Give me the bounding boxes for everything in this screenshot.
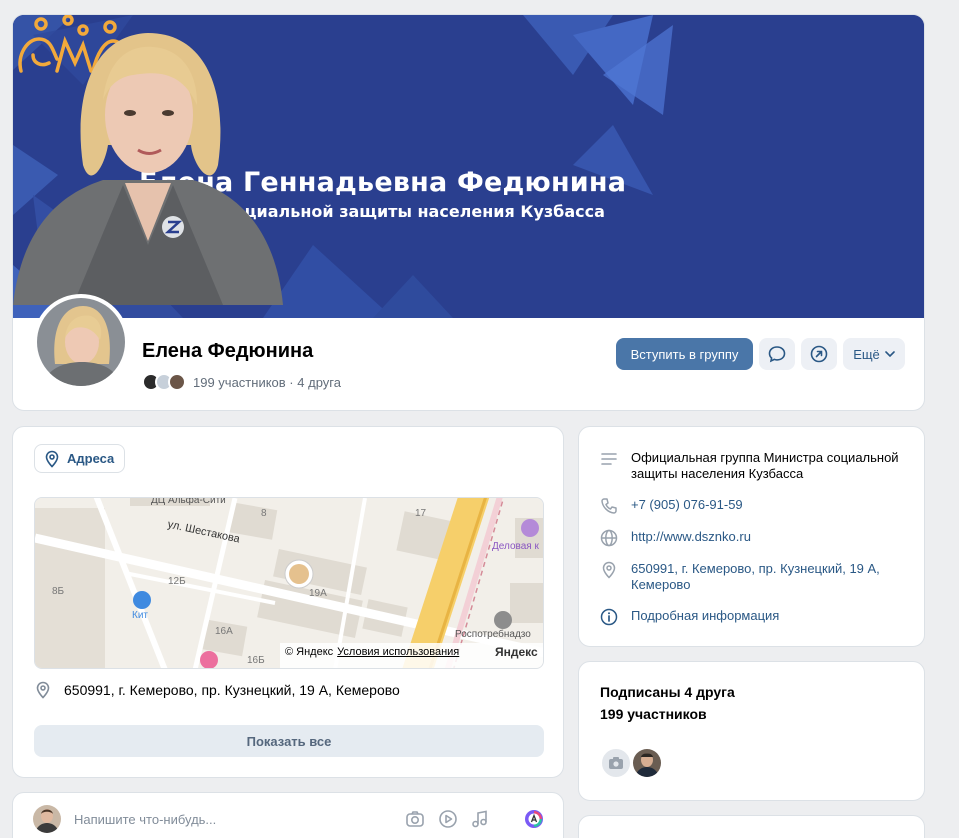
description-row: Официальная группа Министра социальной з… (600, 450, 911, 482)
music-button[interactable] (469, 808, 491, 830)
ai-assistant-icon (525, 810, 543, 828)
friend-photo (633, 749, 661, 777)
message-button[interactable] (759, 338, 795, 370)
map-canvas (35, 498, 543, 668)
group-name: Елена Федюнина (142, 340, 314, 362)
details-row[interactable]: Подробная информация (600, 608, 911, 626)
post-composer: Напишите что-нибудь... (12, 792, 564, 838)
map-poi-label: Роспотребнадзо (455, 629, 531, 640)
group-info-card: Официальная группа Министра социальной з… (578, 426, 925, 647)
camera-placeholder-icon (609, 757, 623, 769)
address-row[interactable]: 650991, г. Кемерово, пр. Кузнецкий, 19 А… (600, 561, 911, 593)
minister-portrait (13, 33, 283, 305)
details-link[interactable]: Подробная информация (631, 608, 911, 626)
share-button[interactable] (801, 338, 837, 370)
address-link[interactable]: 650991, г. Кемерово, пр. Кузнецкий, 19 А… (631, 561, 911, 593)
addresses-tab[interactable]: Адреса (34, 444, 126, 473)
map-building-number: 12Б (168, 576, 186, 587)
music-icon (472, 810, 487, 828)
addresses-card: Адреса ул. Шестакова ДЦ Альфа-Сити 8 17 … (12, 426, 564, 778)
join-group-button[interactable]: Вступить в группу (616, 338, 753, 370)
map-poi-label: Деловая к (492, 541, 539, 552)
more-button[interactable]: Ещё (843, 338, 905, 370)
share-icon (810, 345, 828, 363)
map-building-number: 8Б (52, 586, 65, 597)
map-poi-label: ДЦ Альфа-Сити (151, 497, 226, 506)
location-pin-icon (45, 450, 59, 468)
map-brand: Яндекс (495, 645, 538, 659)
post-input[interactable]: Напишите что-нибудь... (74, 812, 216, 827)
separator: · (289, 374, 294, 390)
friend-avatar[interactable] (600, 747, 632, 779)
members-summary[interactable]: 199 участников · 4 друга (142, 373, 341, 391)
chevron-down-icon (884, 351, 895, 357)
friends-subscribed[interactable]: Подписаны 4 друга (600, 684, 735, 700)
info-icon (600, 608, 618, 626)
more-label: Ещё (853, 346, 880, 362)
map-building-number: 17 (415, 508, 427, 519)
map-attribution: © Яндекс Условия использования (285, 646, 459, 658)
user-avatar[interactable] (33, 805, 61, 833)
phone-icon (600, 497, 618, 515)
subscribers-card: Подписаны 4 друга 199 участников (578, 661, 925, 801)
address-map[interactable]: ул. Шестакова ДЦ Альфа-Сити 8 17 12Б 8Б … (34, 497, 544, 669)
members-count-text: 199 участников (193, 374, 286, 390)
map-building-number: 16Б (247, 655, 265, 666)
camera-icon (406, 811, 424, 827)
map-copyright: © Яндекс (285, 646, 334, 658)
phone-link[interactable]: +7 (905) 076-91-59 (631, 497, 911, 515)
cover-image: Елена Геннадьевна Федюнина Министр социа… (13, 15, 924, 318)
description-icon (600, 450, 618, 468)
map-building-number: 16А (215, 626, 233, 637)
friend-avatar[interactable] (631, 747, 663, 779)
map-building-number: 19А (309, 588, 327, 599)
group-header: Елена Геннадьевна Федюнина Министр социа… (12, 14, 925, 411)
group-description: Официальная группа Министра социальной з… (631, 450, 899, 481)
website-row[interactable]: http://www.dsznko.ru (600, 529, 911, 547)
addresses-tab-label: Адреса (67, 451, 115, 466)
ai-button[interactable] (523, 808, 545, 830)
members-count: 199 участников · 4 друга (193, 375, 341, 390)
map-terms-link[interactable]: Условия использования (337, 646, 459, 658)
phone-row[interactable]: +7 (905) 076-91-59 (600, 497, 911, 515)
friends-count-text: 4 друга (297, 374, 341, 390)
members-total[interactable]: 199 участников (600, 706, 707, 722)
photo-button[interactable] (404, 808, 426, 830)
location-pin-icon (600, 561, 618, 579)
address-line: 650991, г. Кемерово, пр. Кузнецкий, 19 А… (34, 681, 400, 699)
user-avatar-image (33, 805, 61, 833)
video-icon (439, 810, 457, 828)
group-avatar[interactable] (33, 294, 129, 390)
map-building-number: 8 (261, 508, 267, 519)
location-pin-icon (36, 681, 50, 699)
address-text: 650991, г. Кемерово, пр. Кузнецкий, 19 А… (64, 682, 400, 698)
globe-icon (600, 529, 618, 547)
message-icon (768, 346, 786, 363)
show-all-button[interactable]: Показать все (34, 725, 544, 757)
video-button[interactable] (437, 808, 459, 830)
website-link[interactable]: http://www.dsznko.ru (631, 529, 911, 547)
next-card (578, 815, 925, 838)
member-avatar (168, 373, 186, 391)
avatar-photo (37, 298, 125, 386)
map-poi-label: Кит (132, 610, 148, 621)
